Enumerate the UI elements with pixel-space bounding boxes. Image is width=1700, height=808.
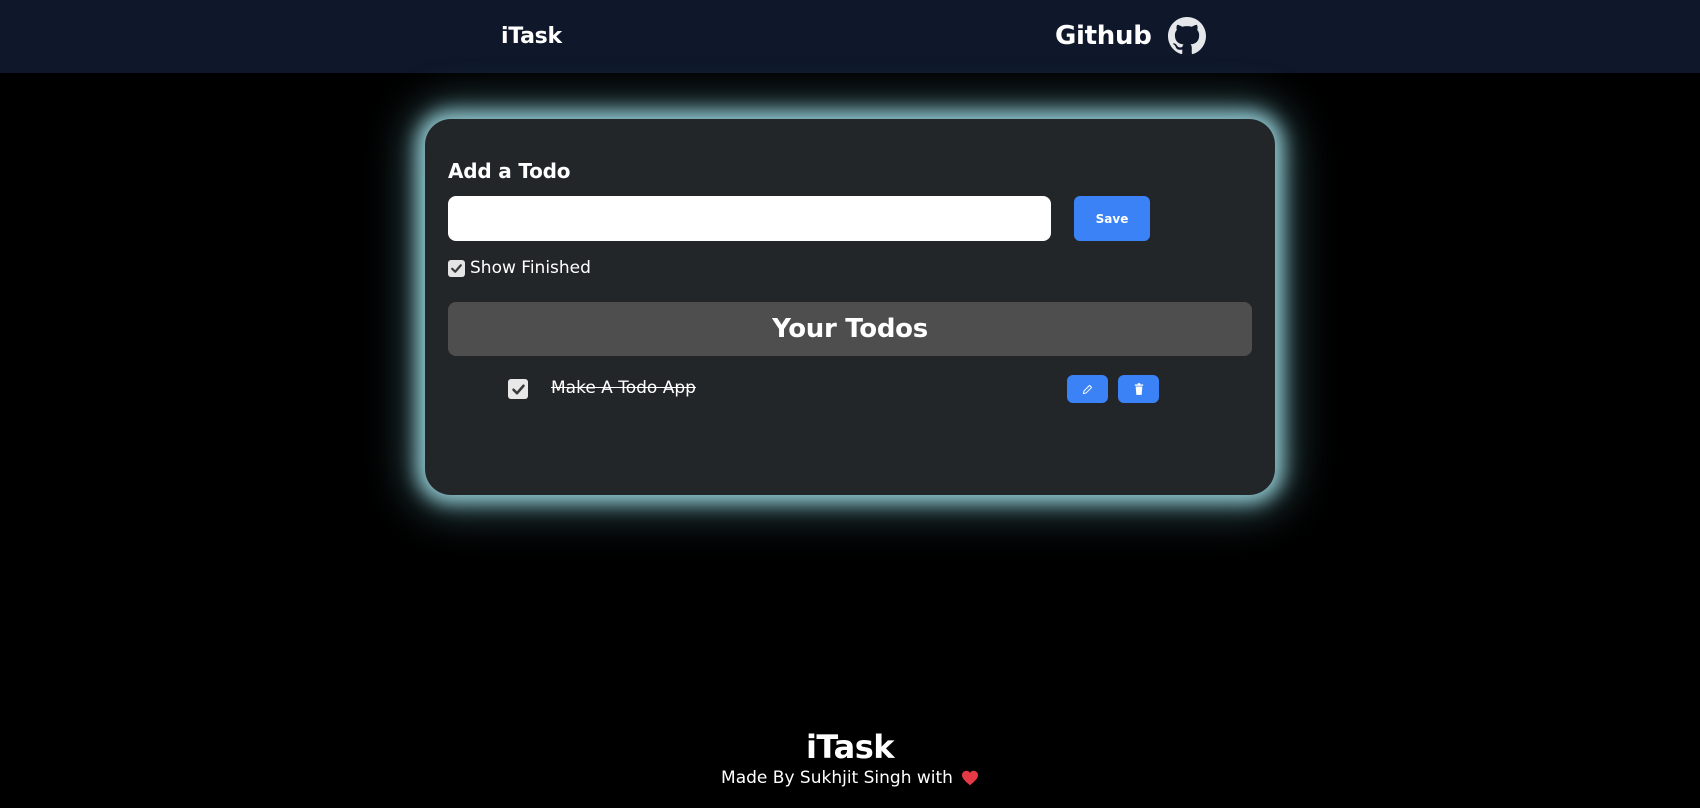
edit-todo-button[interactable] [1067, 375, 1108, 403]
github-label[interactable]: Github [1055, 21, 1152, 51]
github-icon[interactable] [1167, 17, 1206, 55]
todo-card: Add a Todo Save Show Finished Your Todos… [425, 119, 1275, 495]
navbar: iTask Github [0, 0, 1700, 73]
your-todos-header: Your Todos [448, 302, 1252, 356]
footer-credit-text: Made By Sukhjit Singh with [721, 768, 953, 788]
footer-brand: iTask [805, 728, 895, 766]
todo-item: Make A Todo App [508, 375, 1162, 403]
footer: iTask Made By Sukhjit Singh with [0, 728, 1700, 788]
todo-text: Make A Todo App [551, 378, 696, 398]
todo-input[interactable] [448, 196, 1051, 241]
show-finished-label: Show Finished [470, 258, 591, 278]
save-button[interactable]: Save [1074, 196, 1150, 241]
show-finished-toggle[interactable]: Show Finished [448, 258, 591, 278]
brand-logo[interactable]: iTask [501, 24, 562, 49]
show-finished-checkbox[interactable] [448, 259, 465, 277]
add-todo-title: Add a Todo [448, 159, 571, 183]
pencil-icon [1082, 384, 1093, 394]
trash-icon [1134, 383, 1143, 395]
checkmark-icon [511, 384, 525, 394]
heart-icon [961, 770, 978, 786]
footer-credit: Made By Sukhjit Singh with [0, 768, 1700, 788]
delete-todo-button[interactable] [1118, 375, 1159, 403]
checkmark-icon [451, 263, 462, 273]
github-link[interactable]: Github [1055, 17, 1206, 55]
todo-checkbox[interactable] [508, 379, 528, 399]
